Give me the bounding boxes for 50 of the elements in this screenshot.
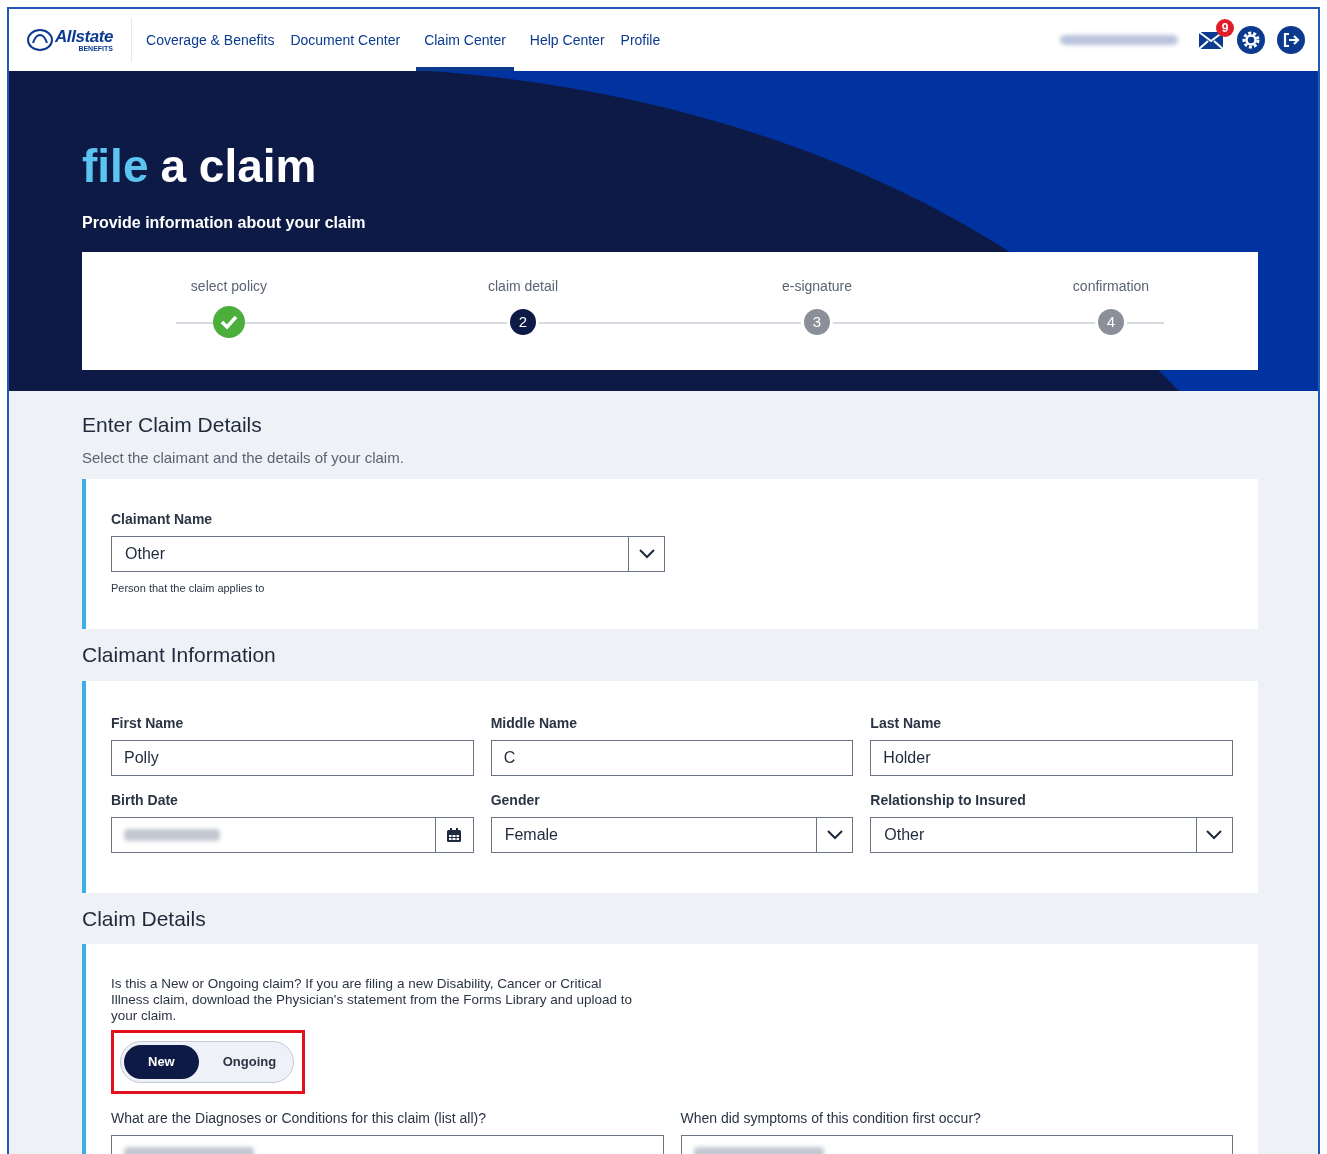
step-number: 4 — [1095, 306, 1127, 338]
field-label: Gender — [490, 790, 541, 810]
field-label: Middle Name — [490, 713, 578, 733]
select-value: Other — [124, 544, 166, 564]
chevron-down-icon — [826, 829, 843, 840]
step-label: select policy — [190, 277, 268, 296]
text-input[interactable]: Polly — [111, 739, 474, 776]
nav-link[interactable]: Profile — [620, 9, 661, 71]
date-input[interactable] — [111, 816, 474, 853]
chevron-down-icon — [638, 549, 655, 559]
step-number: 2 — [507, 306, 539, 338]
section-heading: Claimant Information — [82, 642, 277, 668]
field-label: When did symptoms of this condition first occur? — [680, 1109, 982, 1128]
settings-icon[interactable] — [1236, 25, 1266, 55]
chevron-down-icon — [1206, 829, 1223, 840]
notification-badge: 9 — [1216, 19, 1234, 37]
field-label: Claimant Name — [111, 510, 214, 529]
section-heading: Enter Claim Details — [82, 412, 263, 438]
question-text: Is this a New or Ongoing claim? If you are filing a new Disability, Cancer or Critical Illness claim, download the Physician's statement from the Forms Library and upload to your claim. — [111, 976, 634, 1024]
step-label: claim detail — [488, 277, 558, 296]
select-value: Other — [883, 824, 926, 845]
text-input[interactable]: C — [490, 739, 854, 776]
step-label: confirmation — [1072, 277, 1150, 296]
logo-wordmark: Allstate — [55, 28, 113, 45]
section-heading: Claim Details — [82, 905, 207, 932]
nav-link[interactable]: Coverage & Benefits — [146, 9, 275, 71]
toggle-option[interactable]: Ongoing — [202, 1045, 297, 1079]
field-label: Relationship to Insured — [870, 790, 1027, 810]
toggle-option[interactable]: New — [124, 1045, 199, 1079]
logout-icon[interactable] — [1276, 25, 1306, 55]
step-label: e-signature — [781, 277, 852, 296]
nav-link[interactable]: Help Center — [529, 9, 605, 71]
page-title: a claim — [160, 143, 317, 189]
page-subtitle: Provide information about your claim — [82, 213, 367, 233]
select-dropdown[interactable]: Other — [870, 816, 1233, 853]
field-hint: Person that the claim applies to — [111, 581, 266, 596]
field-label: Last Name — [870, 713, 943, 733]
field-label: What are the Diagnoses or Conditions for this claim (list all)? — [111, 1109, 488, 1128]
nav-link[interactable]: Document Center — [290, 9, 401, 71]
text-input[interactable]: Holder — [870, 739, 1233, 776]
claimant-select[interactable]: Other — [111, 536, 665, 572]
select-dropdown[interactable]: Female — [490, 816, 854, 853]
hands-logo-icon — [27, 29, 53, 51]
select-value: Female — [503, 824, 559, 845]
section-description: Select the claimant and the details of your claim. — [82, 447, 405, 468]
field-label: First Name — [111, 713, 185, 733]
title-accent: file — [82, 143, 149, 189]
calendar-icon[interactable] — [446, 826, 463, 843]
step-number: 3 — [801, 306, 833, 338]
field-label: Birth Date — [111, 790, 179, 810]
